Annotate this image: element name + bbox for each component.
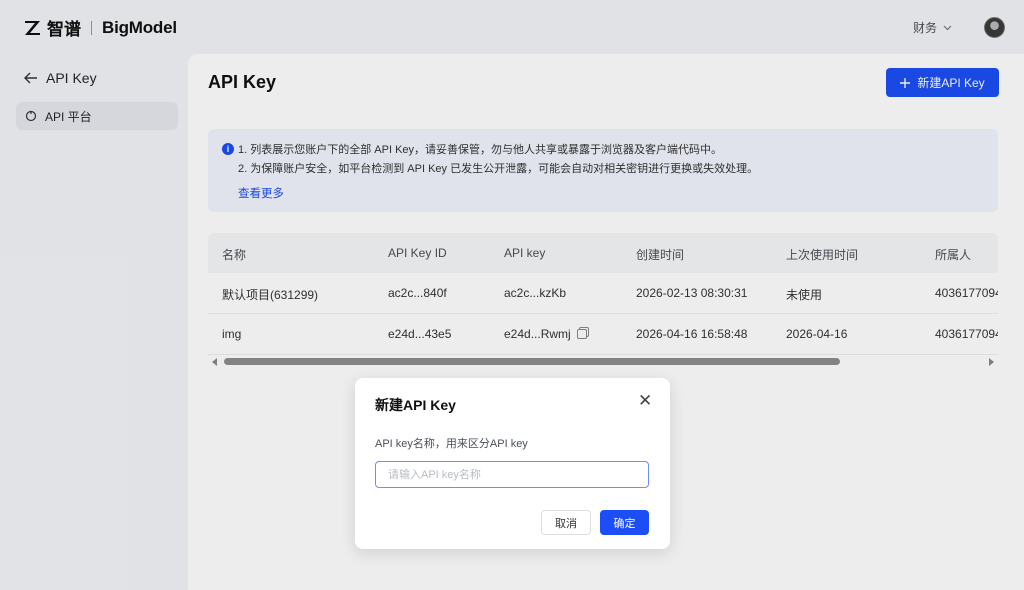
- new-api-key-dialog: 新建API Key ✕ API key名称，用来区分API key 取消 确定: [355, 378, 670, 549]
- field-label: API key名称，用来区分API key: [375, 438, 528, 450]
- dialog-title: 新建API Key: [375, 397, 456, 413]
- cancel-button[interactable]: 取消: [541, 510, 591, 535]
- api-key-name-input[interactable]: [375, 461, 649, 488]
- close-icon[interactable]: ✕: [638, 392, 652, 409]
- confirm-button[interactable]: 确定: [600, 510, 649, 535]
